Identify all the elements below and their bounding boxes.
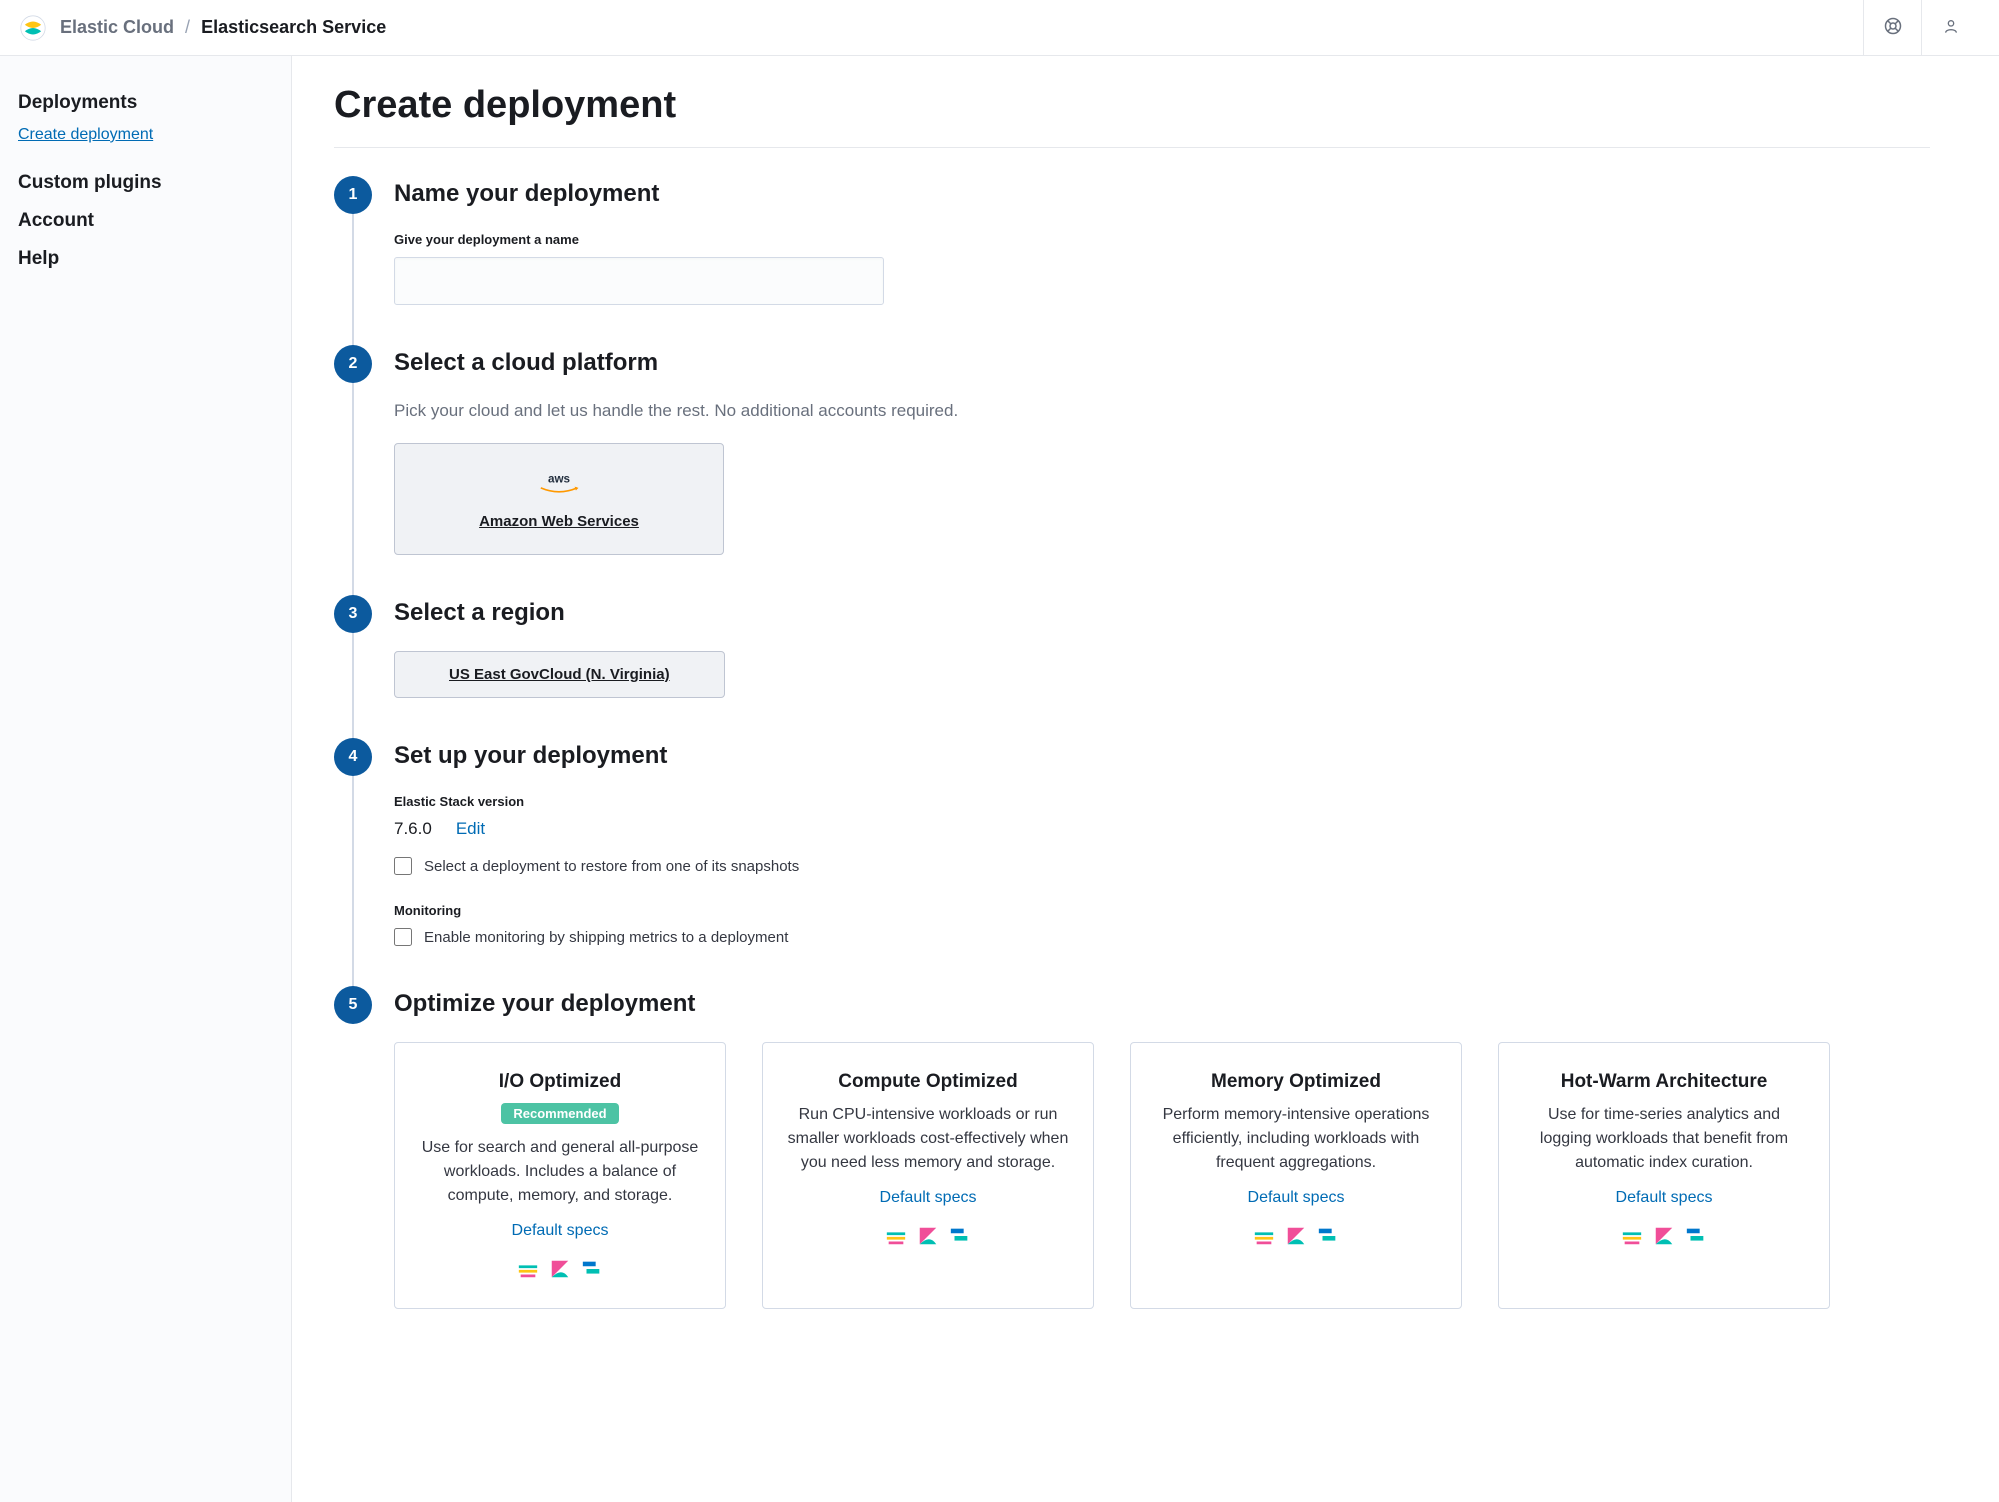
breadcrumb-separator: / <box>185 17 190 37</box>
card-desc: Use for time-series analytics and loggin… <box>1521 1103 1807 1175</box>
optimize-card-memory[interactable]: Memory Optimized Perform memory-intensiv… <box>1130 1042 1462 1309</box>
apm-icon <box>1685 1225 1707 1247</box>
step-title: Set up your deployment <box>394 738 1930 770</box>
optimize-card-compute[interactable]: Compute Optimized Run CPU-intensive work… <box>762 1042 1094 1309</box>
apm-icon <box>1317 1225 1339 1247</box>
step-3: 3 Select a region US East GovCloud (N. V… <box>334 595 1930 738</box>
topbar: Elastic Cloud / Elasticsearch Service <box>0 0 1999 56</box>
kibana-icon <box>917 1225 939 1247</box>
user-menu-button[interactable] <box>1921 0 1979 56</box>
elasticsearch-icon <box>1253 1225 1275 1247</box>
help-button[interactable] <box>1863 0 1921 56</box>
edit-version-link[interactable]: Edit <box>456 819 485 839</box>
page-title: Create deployment <box>334 84 1930 148</box>
brand-left[interactable]: Elastic Cloud <box>60 17 174 37</box>
default-specs-link[interactable]: Default specs <box>880 1189 977 1206</box>
sidebar-item-help[interactable]: Help <box>18 240 273 278</box>
monitoring-row[interactable]: Enable monitoring by shipping metrics to… <box>394 928 1930 946</box>
step-number: 5 <box>334 986 372 1024</box>
sidebar-item-account[interactable]: Account <box>18 202 273 240</box>
step-2: 2 Select a cloud platform Pick your clou… <box>334 345 1930 595</box>
elasticsearch-icon <box>517 1258 539 1280</box>
optimize-card-io[interactable]: I/O Optimized Recommended Use for search… <box>394 1042 726 1309</box>
default-specs-link[interactable]: Default specs <box>512 1222 609 1239</box>
default-specs-link[interactable]: Default specs <box>1616 1189 1713 1206</box>
kibana-icon <box>549 1258 571 1280</box>
restore-snapshot-label: Select a deployment to restore from one … <box>424 858 799 875</box>
sidebar: Deployments Create deployment Custom plu… <box>0 56 292 1502</box>
life-ring-icon <box>1884 17 1902 38</box>
product-icons <box>1521 1225 1807 1247</box>
step-number: 2 <box>334 345 372 383</box>
region-selector[interactable]: US East GovCloud (N. Virginia) <box>394 651 725 698</box>
step-title: Optimize your deployment <box>394 986 1930 1018</box>
step-number: 1 <box>334 176 372 214</box>
step-4: 4 Set up your deployment Elastic Stack v… <box>334 738 1930 986</box>
step-title: Select a cloud platform <box>394 345 1930 377</box>
step-title: Select a region <box>394 595 1930 627</box>
sidebar-item-deployments[interactable]: Deployments <box>18 84 273 122</box>
card-desc: Perform memory-intensive operations effi… <box>1153 1103 1439 1175</box>
product-icons <box>785 1225 1071 1247</box>
step-subtitle: Pick your cloud and let us handle the re… <box>394 401 1930 421</box>
recommended-badge: Recommended <box>501 1103 618 1124</box>
breadcrumb: Elastic Cloud / Elasticsearch Service <box>60 17 386 38</box>
step-title: Name your deployment <box>394 176 1930 208</box>
provider-label: Amazon Web Services <box>423 513 695 530</box>
card-title: I/O Optimized <box>417 1071 703 1093</box>
card-desc: Run CPU-intensive workloads or run small… <box>785 1103 1071 1175</box>
aws-logo-icon: aws <box>423 468 695 503</box>
card-desc: Use for search and general all-purpose w… <box>417 1136 703 1208</box>
sidebar-item-create-deployment[interactable]: Create deployment <box>18 122 273 164</box>
product-icons <box>417 1258 703 1280</box>
apm-icon <box>581 1258 603 1280</box>
step-5: 5 Optimize your deployment I/O Optimized… <box>334 986 1930 1349</box>
monitoring-checkbox[interactable] <box>394 928 412 946</box>
card-title: Compute Optimized <box>785 1071 1071 1093</box>
restore-snapshot-checkbox[interactable] <box>394 857 412 875</box>
card-title: Memory Optimized <box>1153 1071 1439 1093</box>
elastic-logo-icon <box>20 15 46 41</box>
step-number: 4 <box>334 738 372 776</box>
sidebar-item-custom-plugins[interactable]: Custom plugins <box>18 164 273 202</box>
version-label: Elastic Stack version <box>394 794 1930 809</box>
restore-snapshot-row[interactable]: Select a deployment to restore from one … <box>394 857 1930 875</box>
elasticsearch-icon <box>1621 1225 1643 1247</box>
monitoring-label: Enable monitoring by shipping metrics to… <box>424 929 788 946</box>
version-value: 7.6.0 <box>394 819 432 839</box>
optimize-card-hotwarm[interactable]: Hot-Warm Architecture Use for time-serie… <box>1498 1042 1830 1309</box>
apm-icon <box>949 1225 971 1247</box>
user-icon <box>1943 18 1959 37</box>
monitoring-section-label: Monitoring <box>394 903 1930 918</box>
product-icons <box>1153 1225 1439 1247</box>
elasticsearch-icon <box>885 1225 907 1247</box>
step-number: 3 <box>334 595 372 633</box>
deployment-name-input[interactable] <box>394 257 884 305</box>
default-specs-link[interactable]: Default specs <box>1248 1189 1345 1206</box>
kibana-icon <box>1285 1225 1307 1247</box>
kibana-icon <box>1653 1225 1675 1247</box>
step-1: 1 Name your deployment Give your deploym… <box>334 176 1930 345</box>
svg-text:aws: aws <box>548 473 571 486</box>
cloud-provider-aws[interactable]: aws Amazon Web Services <box>394 443 724 555</box>
card-title: Hot-Warm Architecture <box>1521 1071 1807 1093</box>
brand-right[interactable]: Elasticsearch Service <box>201 17 386 37</box>
deployment-name-label: Give your deployment a name <box>394 232 1930 247</box>
